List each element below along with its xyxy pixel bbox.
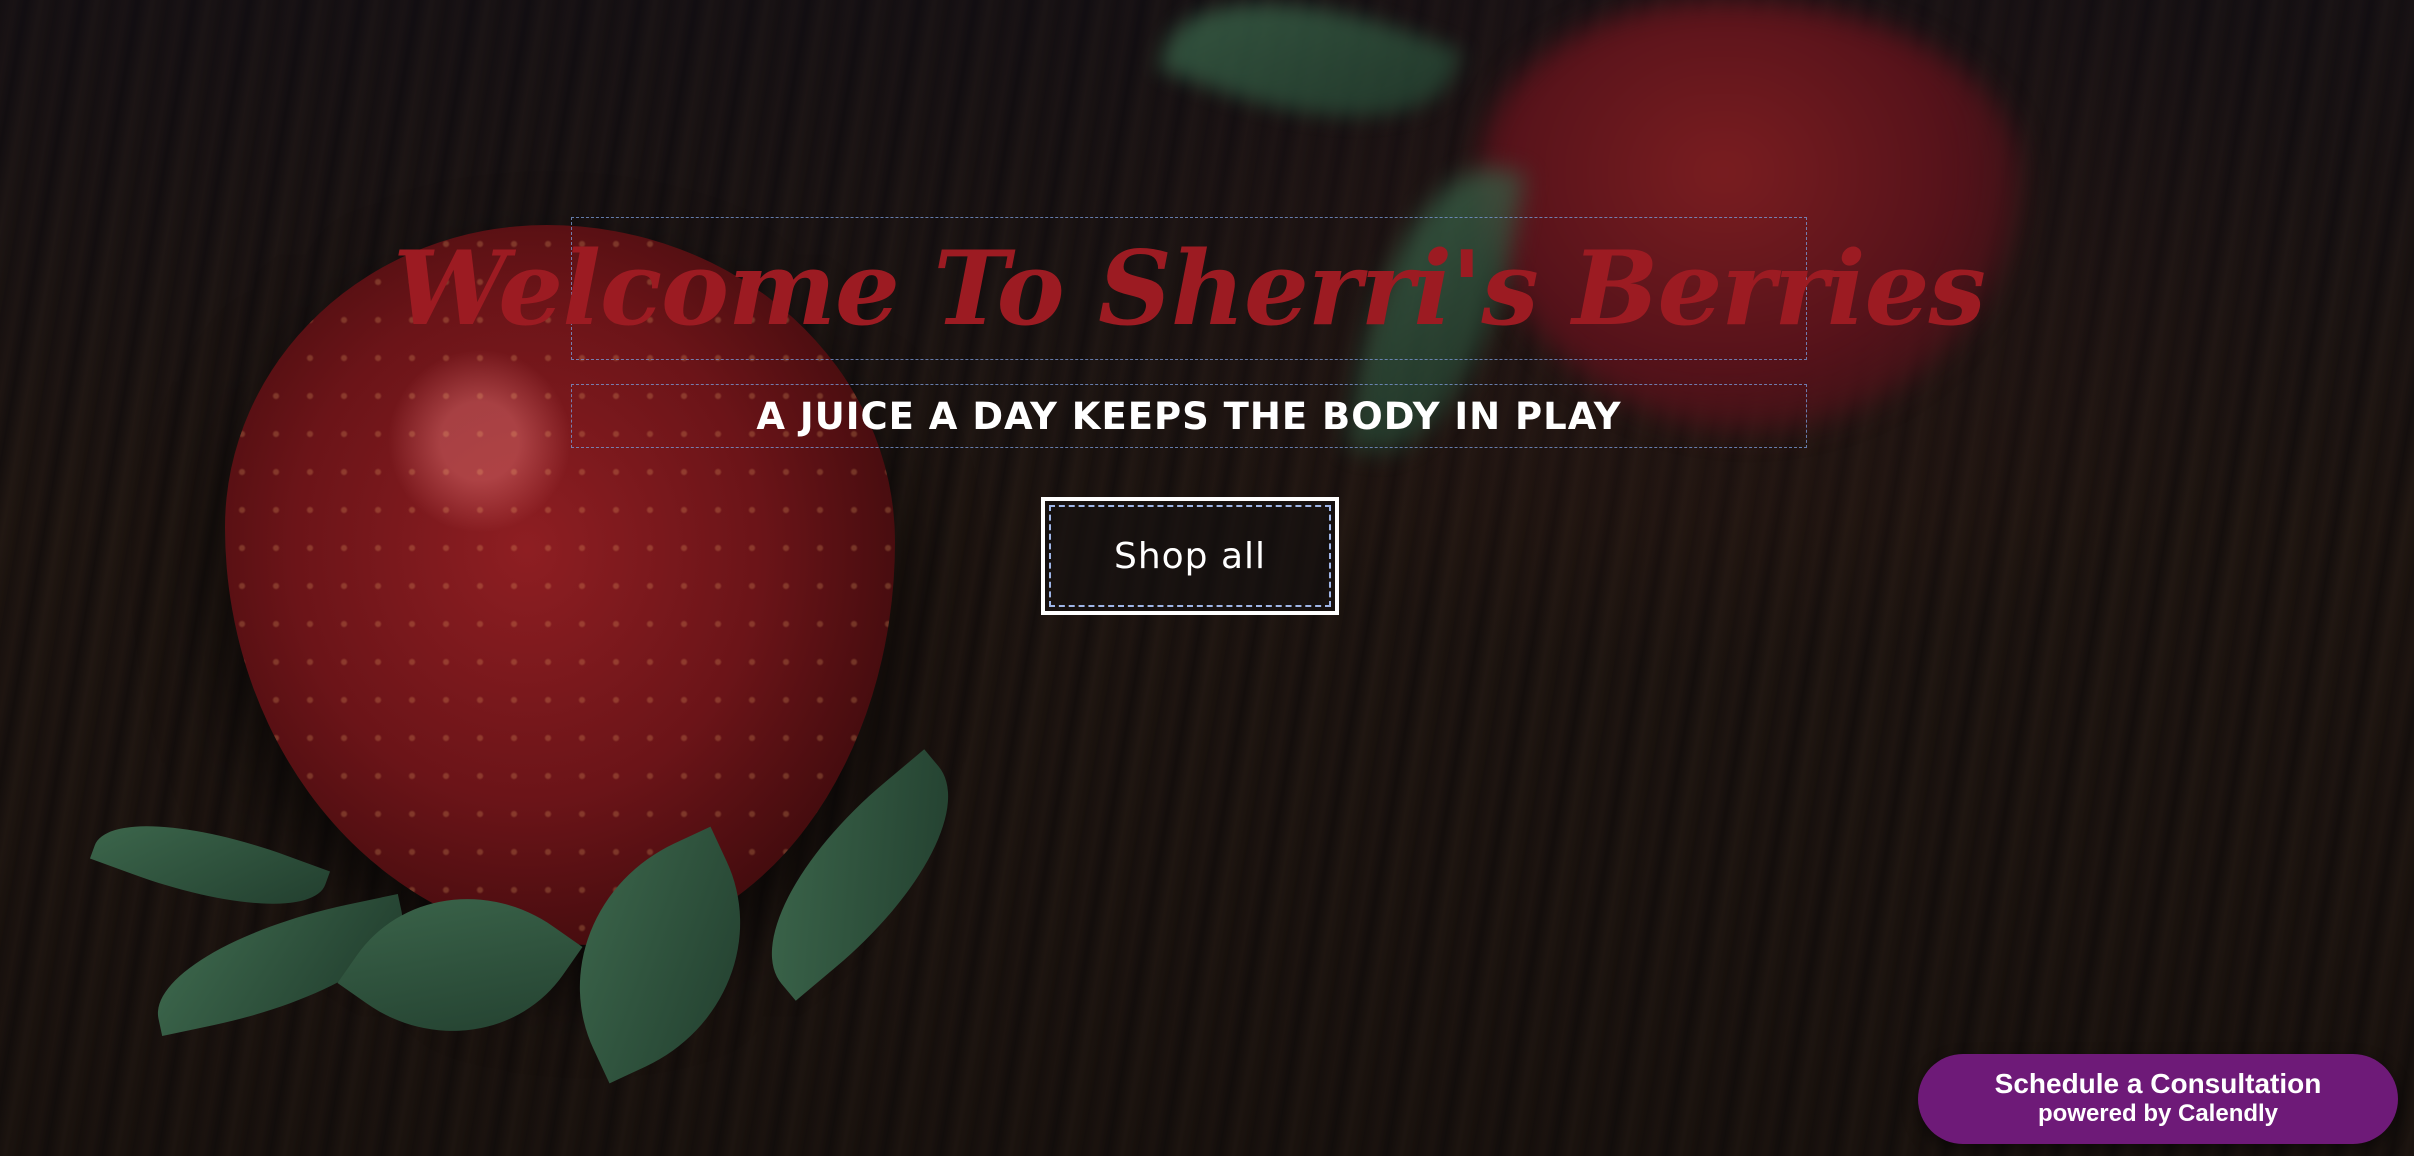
hero-subtitle: A JUICE A DAY KEEPS THE BODY IN PLAY — [756, 394, 1622, 438]
powered-by-calendly-label: powered by Calendly — [2037, 1100, 2279, 1127]
hero-title-container: Welcome To Sherri's Berries — [393, 217, 1986, 360]
hero-title: Welcome To Sherri's Berries — [393, 228, 1986, 349]
shop-all-button[interactable]: Shop all — [1041, 497, 1339, 615]
schedule-consultation-button[interactable]: Schedule a Consultation powered by Calen… — [1918, 1054, 2398, 1144]
hero-subtitle-container: A JUICE A DAY KEEPS THE BODY IN PLAY — [571, 384, 1807, 448]
hero-content: Welcome To Sherri's Berries A JUICE A DA… — [0, 0, 2414, 1156]
schedule-consultation-label: Schedule a Consultation — [1994, 1068, 2322, 1100]
